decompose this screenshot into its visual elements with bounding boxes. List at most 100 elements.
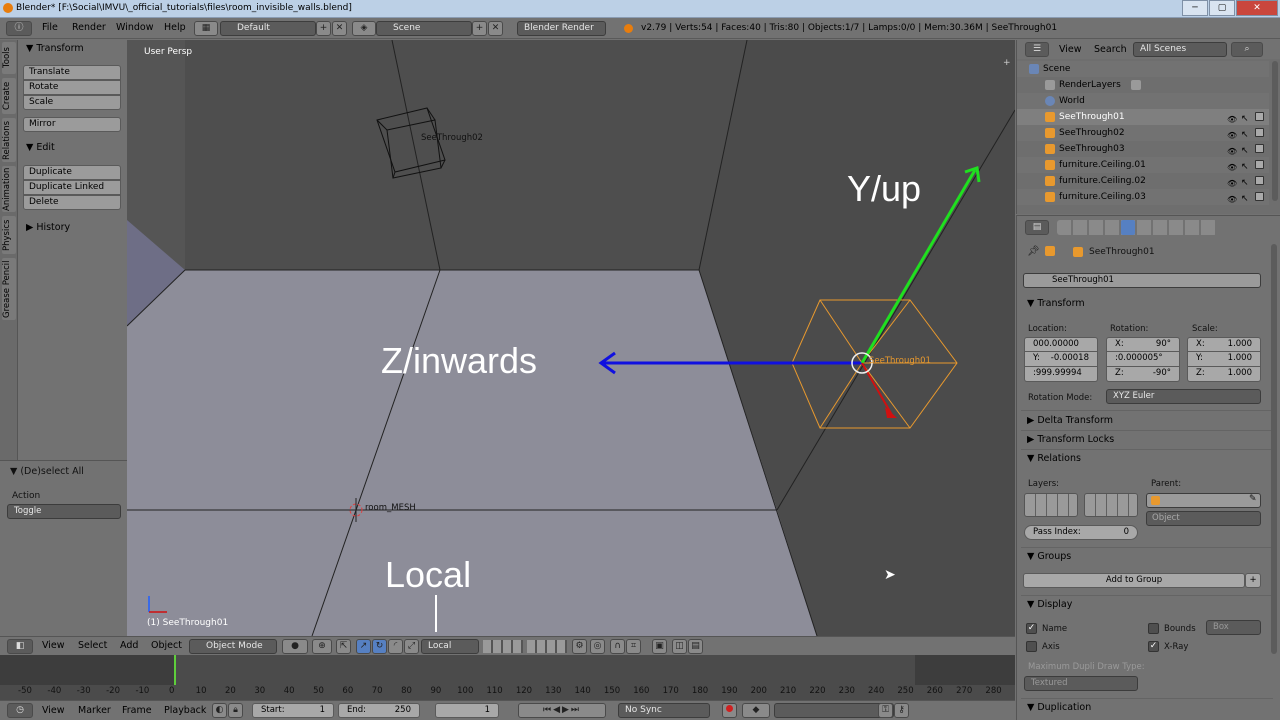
screenshot-icon[interactable]: ◫ [672, 639, 687, 654]
menu-object[interactable]: Object [151, 640, 182, 651]
menu-render[interactable]: Render [72, 22, 106, 33]
current-frame-indicator[interactable] [174, 655, 176, 685]
renderable-icon[interactable] [1255, 128, 1264, 137]
outliner-row-ceiling02[interactable]: furniture.Ceiling.02 👁︎ ↖ [1017, 173, 1269, 189]
scale-y-field[interactable]: Y: 1.000 [1187, 352, 1261, 367]
name-checkbox[interactable]: ✓ [1026, 623, 1037, 634]
duplicate-button[interactable]: Duplicate [23, 165, 121, 180]
rotation-y-field[interactable]: :0.000005° [1106, 352, 1180, 367]
3d-viewport[interactable]: User Persp SeeThrough02 SeeThrough01 roo… [127, 40, 1015, 636]
scale-manipulator-icon[interactable]: ⤢ [404, 639, 419, 654]
rotate-button[interactable]: Rotate [23, 80, 121, 95]
layers-grid-a[interactable] [1024, 493, 1078, 517]
screen-layout-icon[interactable]: ▦ [194, 21, 218, 36]
outliner-row-renderlayers[interactable]: RenderLayers [1017, 77, 1269, 93]
range-toggle-icon[interactable]: ◐ [212, 703, 227, 718]
tab-physics[interactable]: Physics [2, 216, 16, 254]
layers-grid-b[interactable] [1084, 493, 1138, 517]
layers-grid-1[interactable] [483, 640, 523, 653]
eyedropper-icon[interactable]: ✎ [1249, 494, 1257, 504]
tab-tools[interactable]: Tools [2, 42, 16, 74]
maximize-button[interactable]: ▢ [1209, 0, 1235, 16]
delta-transform-header[interactable]: ▶ Delta Transform [1027, 415, 1113, 426]
properties-toggle-icon[interactable]: + [1003, 58, 1011, 68]
transform-panel-header[interactable]: ▼ Transform [26, 43, 84, 54]
viewport-shading-icon[interactable]: ● [282, 639, 308, 654]
pin-icon[interactable]: 📌︎ [1027, 246, 1040, 257]
menu-view[interactable]: View [42, 640, 65, 651]
outliner-row-seethrough03[interactable]: SeeThrough03 👁︎ ↖ [1017, 141, 1269, 157]
translate-button[interactable]: Translate [23, 65, 121, 80]
tab-grease-pencil[interactable]: Grease Pencil [2, 258, 16, 320]
3d-editor-type-icon[interactable]: ◧ [7, 639, 33, 654]
menu-select[interactable]: Select [78, 640, 107, 651]
remove-layout-icon[interactable]: ✕ [332, 21, 347, 36]
tab-create[interactable]: Create [2, 78, 16, 114]
properties-editor-icon[interactable]: ▤ [1025, 220, 1049, 235]
location-z-field[interactable]: :999.99994 [1024, 367, 1098, 382]
redo-title[interactable]: ▼ (De)select All [10, 466, 84, 477]
outliner-search-icon[interactable]: ⌕ [1231, 42, 1263, 57]
proportional-edit-icon[interactable]: ◎ [590, 639, 605, 654]
start-frame-field[interactable]: Start: 1 [252, 703, 334, 718]
remove-scene-icon[interactable]: ✕ [488, 21, 503, 36]
renderable-icon[interactable] [1255, 112, 1264, 121]
rotation-z-field[interactable]: Z: -90° [1106, 367, 1180, 382]
outliner-scrollbar[interactable] [1272, 61, 1278, 201]
timeline-menu-view[interactable]: View [42, 705, 65, 716]
layers-grid-2[interactable] [527, 640, 567, 653]
outliner-menu-view[interactable]: View [1059, 44, 1082, 55]
outliner[interactable]: Scene RenderLayers World SeeThrough01 👁︎ ↖… [1016, 59, 1280, 214]
timeline-menu-marker[interactable]: Marker [78, 705, 111, 716]
close-button[interactable]: ✕ [1236, 0, 1278, 16]
outliner-editor-icon[interactable]: ☰ [1025, 42, 1049, 57]
timeline-menu-playback[interactable]: Playback [164, 705, 206, 716]
timeline-menu-frame[interactable]: Frame [122, 705, 152, 716]
current-frame-field[interactable]: 1 [435, 703, 499, 718]
lock-layers-icon[interactable]: ⚙ [572, 639, 587, 654]
location-x-field[interactable]: 000.00000 [1024, 337, 1098, 352]
mirror-button[interactable]: Mirror [23, 117, 121, 132]
max-dupli-dropdown[interactable]: Textured [1024, 676, 1138, 691]
relations-header[interactable]: ▼ Relations [1027, 453, 1081, 464]
transform-section-header[interactable]: ▼ Transform [1027, 298, 1085, 309]
axis-checkbox[interactable] [1026, 641, 1037, 652]
rotate-manipulator-icon[interactable]: ↻ [372, 639, 387, 654]
screen-layout-field[interactable]: Default [220, 21, 316, 36]
delete-keyframe-icon[interactable]: ⚷ [894, 703, 909, 718]
properties-scrollbar[interactable] [1271, 244, 1277, 654]
editor-type-icon[interactable]: ⓘ [6, 21, 32, 36]
outliner-row-seethrough02[interactable]: SeeThrough02 👁︎ ↖ [1017, 125, 1269, 141]
end-frame-field[interactable]: End: 250 [338, 703, 420, 718]
outliner-filter-dropdown[interactable]: All Scenes [1133, 42, 1227, 57]
selectable-cursor-icon[interactable]: ↖ [1241, 191, 1249, 207]
menu-help[interactable]: Help [164, 22, 186, 33]
outliner-row-seethrough01[interactable]: SeeThrough01 👁︎ ↖ [1017, 109, 1269, 125]
bounds-checkbox[interactable] [1148, 623, 1159, 634]
renderable-icon[interactable] [1255, 176, 1264, 185]
parent-type-dropdown[interactable]: Object [1146, 511, 1261, 526]
action-dropdown[interactable]: Toggle [7, 504, 121, 519]
add-scene-icon[interactable]: + [472, 21, 487, 36]
mode-dropdown[interactable]: Object Mode [189, 639, 277, 654]
render-engine-dropdown[interactable]: Blender Render [517, 21, 606, 36]
delete-button[interactable]: Delete [23, 195, 121, 210]
groups-header[interactable]: ▼ Groups [1027, 551, 1071, 562]
pivot-point-icon[interactable]: ⊕ [312, 639, 332, 654]
render-preview-icon[interactable]: ▣ [652, 639, 667, 654]
outliner-row-scene[interactable]: Scene [1017, 61, 1269, 77]
object-context-tab-icon[interactable] [1121, 220, 1135, 235]
outliner-row-world[interactable]: World [1017, 93, 1269, 109]
location-y-field[interactable]: Y: -0.00018 [1024, 352, 1098, 367]
bounds-type-dropdown[interactable]: Box [1206, 620, 1261, 635]
playback-controls[interactable]: ⏮◀▶⏭ [518, 703, 606, 718]
add-group-icon[interactable]: + [1245, 573, 1261, 588]
menu-file[interactable]: File [42, 22, 58, 33]
rotation-mode-dropdown[interactable]: XYZ Euler [1106, 389, 1261, 404]
parent-field[interactable] [1146, 493, 1261, 508]
insert-keyframe-icon[interactable]: ⚿ [878, 703, 893, 718]
renderable-icon[interactable] [1255, 160, 1264, 169]
keying-set-field[interactable] [774, 703, 894, 718]
rotation-x-field[interactable]: X: 90° [1106, 337, 1180, 352]
add-to-group-button[interactable]: Add to Group [1023, 573, 1245, 588]
